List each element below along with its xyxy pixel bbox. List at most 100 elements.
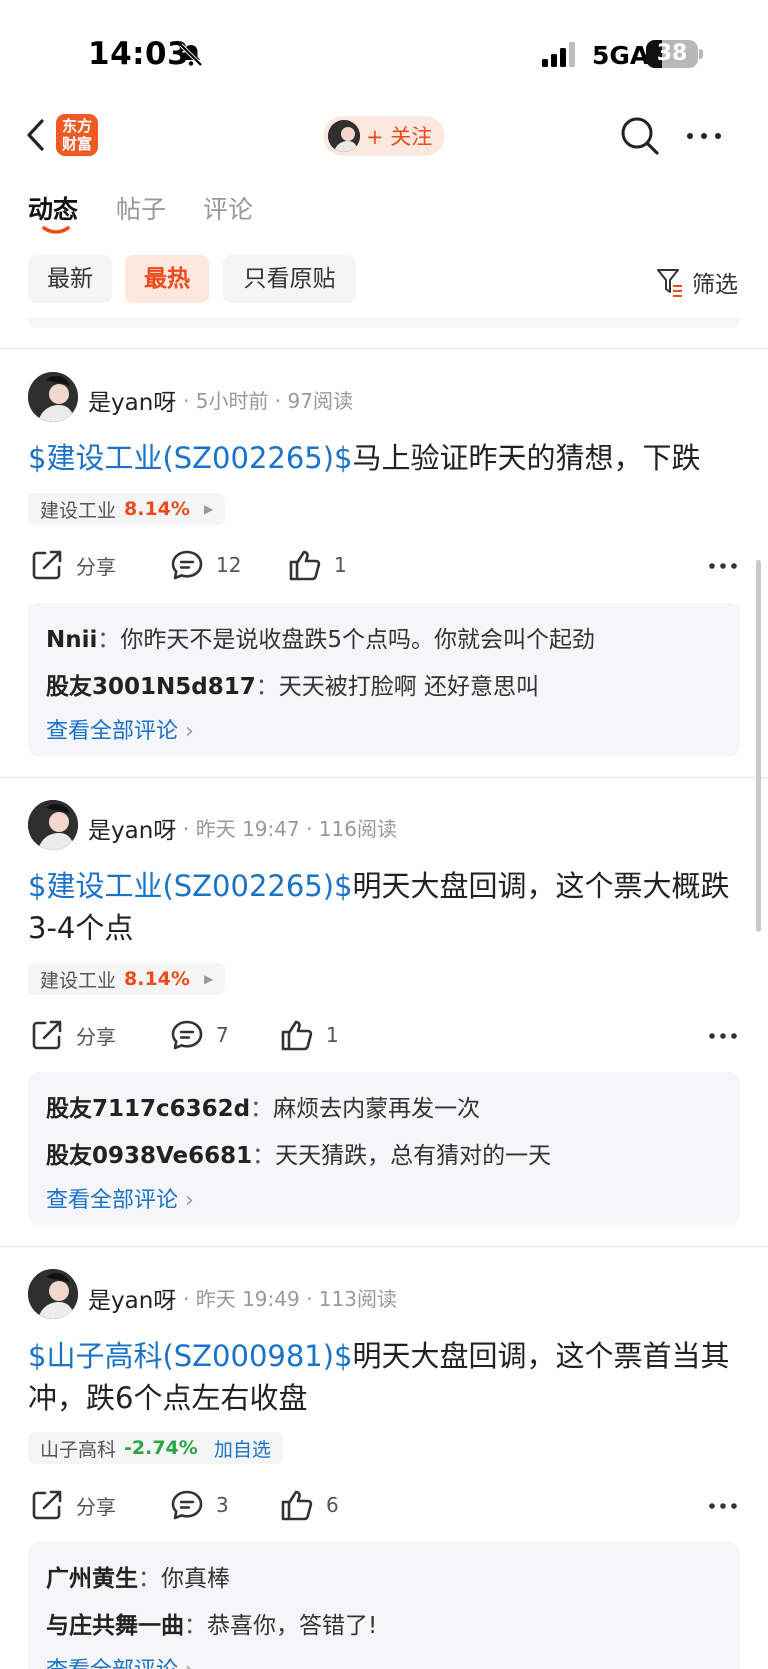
post-meta: · 昨天 19:47 · 116阅读 — [183, 813, 397, 842]
post-author[interactable]: 是yan呀 — [88, 1281, 176, 1315]
divider — [0, 1246, 768, 1247]
stock-change: 8.14% — [124, 968, 190, 990]
stock-name: 建设工业 — [40, 969, 117, 992]
comment-author[interactable]: Nnii — [46, 627, 97, 653]
thumbs-up-icon — [281, 1020, 313, 1051]
post-content[interactable]: $建设工业(SZ002265)$马上验证昨天的猜想，下跌 — [28, 437, 740, 479]
add-watchlist-button[interactable]: 加自选 — [214, 1435, 271, 1462]
stock-name: 山子高科 — [40, 1438, 117, 1461]
comment-icon — [171, 550, 203, 580]
share-button[interactable]: 分享 — [30, 1018, 116, 1052]
meta-sep: · — [299, 1287, 319, 1311]
like-count: 6 — [326, 1493, 339, 1517]
comment-author[interactable]: 广州黄生 — [46, 1566, 138, 1592]
back-chevron-icon[interactable] — [24, 118, 50, 152]
comment-text: 天天猜跌，总有猜对的一天 — [275, 1143, 552, 1169]
tab-posts[interactable]: 帖子 — [116, 190, 166, 226]
comment-item[interactable]: 股友0938Ve6681：天天猜跌，总有猜对的一天 — [46, 1136, 551, 1170]
view-all-label: 查看全部评论 — [46, 1188, 179, 1213]
post-content[interactable]: $山子高科(SZ000981)$明天大盘回调，这个票首当其冲，跌6个点左右收盘 — [28, 1335, 740, 1419]
battery-level: 38 — [656, 41, 688, 66]
battery-icon: 38 — [646, 40, 698, 68]
share-button[interactable]: 分享 — [30, 548, 116, 582]
comment-colon: ： — [138, 1566, 161, 1592]
like-count: 1 — [326, 1023, 339, 1047]
like-button[interactable]: 6 — [280, 1488, 339, 1522]
comment-item[interactable]: 广州黄生：你真棒 — [46, 1559, 230, 1593]
like-button[interactable]: 1 — [288, 548, 347, 582]
share-button[interactable]: 分享 — [30, 1488, 116, 1522]
like-button[interactable]: 1 — [280, 1018, 339, 1052]
caret-right-icon: ▶ — [203, 502, 214, 516]
stock-quote-chip[interactable]: 建设工业 8.14% ▶ — [28, 963, 226, 995]
post-more-icon[interactable] — [708, 562, 738, 570]
comment-item[interactable]: Nnii：你昨天不是说收盘跌5个点吗。你就会叫个起劲 — [46, 620, 595, 654]
comment-count: 12 — [216, 553, 242, 577]
avatar[interactable] — [28, 800, 78, 850]
previous-card-edge — [28, 318, 740, 328]
post-content[interactable]: $建设工业(SZ002265)$明天大盘回调，这个票大概跌3-4个点 — [28, 865, 740, 949]
comment-item[interactable]: 股友3001N5d817：天天被打脸啊 还好意思叫 — [46, 667, 539, 701]
tab-comments[interactable]: 评论 — [203, 190, 253, 226]
comment-preview-box[interactable]: 股友7117c6362d：麻烦去内蒙再发一次 股友0938Ve6681：天天猜跌… — [28, 1072, 740, 1225]
chip-latest[interactable]: 最新 — [28, 255, 112, 303]
active-tab-indicator — [42, 226, 70, 234]
thumbs-up-icon — [289, 550, 321, 581]
follow-button[interactable]: + 关注 — [323, 116, 445, 156]
post-author[interactable]: 是yan呀 — [88, 811, 176, 845]
like-count: 1 — [334, 553, 347, 577]
comment-text: 麻烦去内蒙再发一次 — [273, 1096, 481, 1122]
search-icon[interactable] — [620, 116, 660, 156]
comment-icon — [171, 1490, 203, 1520]
comment-author[interactable]: 股友0938Ve6681 — [46, 1143, 252, 1169]
comment-author[interactable]: 与庄共舞一曲 — [46, 1613, 184, 1639]
chip-original-only[interactable]: 只看原贴 — [223, 255, 356, 303]
chip-hottest[interactable]: 最热 — [125, 255, 209, 303]
stock-quote-chip[interactable]: 山子高科 -2.74% 加自选 — [28, 1432, 283, 1464]
comment-count: 7 — [216, 1023, 229, 1047]
comment-author[interactable]: 股友7117c6362d — [46, 1096, 250, 1122]
view-all-comments-link[interactable]: 查看全部评论 › — [46, 1652, 194, 1669]
chevron-right-icon: › — [185, 1658, 194, 1669]
post-more-icon[interactable] — [708, 1502, 738, 1510]
avatar[interactable] — [28, 372, 78, 422]
post-more-icon[interactable] — [708, 1032, 738, 1040]
post-time: 昨天 19:49 — [195, 1287, 300, 1311]
app-logo: 东方 财富 — [56, 114, 98, 156]
stock-name: 建设工业 — [40, 499, 117, 522]
post-author[interactable]: 是yan呀 — [88, 383, 176, 417]
stock-tag-link[interactable]: $建设工业(SZ002265)$ — [28, 441, 353, 475]
view-all-comments-link[interactable]: 查看全部评论 › — [46, 1182, 194, 1214]
stock-quote-chip[interactable]: 建设工业 8.14% ▶ — [28, 493, 226, 525]
meta-sep: · — [268, 389, 288, 413]
stock-tag-link[interactable]: $建设工业(SZ002265)$ — [28, 869, 353, 903]
post-reads: 113阅读 — [318, 1287, 397, 1311]
comment-preview-box[interactable]: Nnii：你昨天不是说收盘跌5个点吗。你就会叫个起劲 股友3001N5d817：… — [28, 603, 740, 756]
view-all-comments-link[interactable]: 查看全部评论 › — [46, 713, 194, 745]
stock-change: -2.74% — [124, 1437, 198, 1459]
logo-line2: 财富 — [61, 135, 92, 153]
share-label: 分享 — [76, 1024, 116, 1049]
scrollbar[interactable] — [756, 560, 761, 932]
meta-sep: · — [183, 1287, 196, 1311]
follow-label: + 关注 — [366, 125, 433, 149]
comment-colon: ： — [252, 1143, 276, 1169]
avatar[interactable] — [28, 1269, 78, 1319]
comment-item[interactable]: 股友7117c6362d：麻烦去内蒙再发一次 — [46, 1089, 480, 1123]
post-time: 5小时前 — [195, 389, 269, 413]
comment-button[interactable]: 12 — [170, 548, 241, 582]
comment-item[interactable]: 与庄共舞一曲：恭喜你，答错了! — [46, 1606, 377, 1640]
post-reads: 116阅读 — [318, 817, 397, 841]
post-reads: 97阅读 — [287, 389, 353, 413]
comment-button[interactable]: 3 — [170, 1488, 229, 1522]
comment-author[interactable]: 股友3001N5d817 — [46, 674, 256, 700]
filter-button[interactable]: 筛选 — [656, 265, 738, 299]
comment-button[interactable]: 7 — [170, 1018, 229, 1052]
comment-text: 你真棒 — [161, 1566, 230, 1592]
more-icon[interactable] — [684, 122, 728, 150]
tab-dynamics[interactable]: 动态 — [28, 190, 78, 226]
comment-text: 你昨天不是说收盘跌5个点吗。你就会叫个起劲 — [120, 627, 596, 653]
filter-icon — [657, 269, 682, 297]
comment-preview-box[interactable]: 广州黄生：你真棒 与庄共舞一曲：恭喜你，答错了! 查看全部评论 › — [28, 1542, 740, 1669]
stock-tag-link[interactable]: $山子高科(SZ000981)$ — [28, 1339, 353, 1373]
